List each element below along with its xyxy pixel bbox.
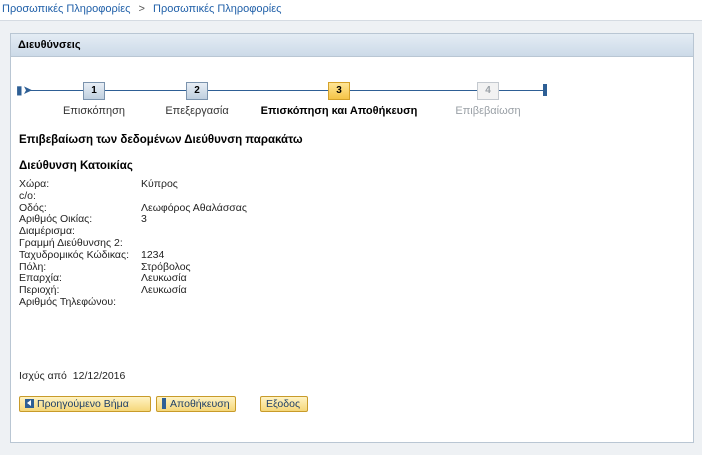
field-value: Λευκωσία bbox=[141, 284, 187, 297]
field-value: 1234 bbox=[141, 248, 165, 261]
bar-icon bbox=[162, 398, 166, 409]
roadmap-step-2[interactable]: 2 bbox=[186, 82, 208, 100]
field-row-country: Χώρα: Κύπρος bbox=[19, 178, 419, 191]
field-row-address-line-2: Γραμμή Διεύθυνσης 2: bbox=[19, 236, 419, 250]
field-value: Κύπρος bbox=[141, 178, 178, 190]
roadmap-step-3-label: Επισκόπηση και Αποθήκευση bbox=[260, 105, 418, 117]
field-row-co: c/o: bbox=[19, 189, 419, 203]
field-label: Ταχυδρομικός Κώδικας: bbox=[19, 248, 129, 261]
roadmap-step-1-label[interactable]: Επισκόπηση bbox=[63, 105, 125, 117]
save-button[interactable]: Αποθήκευση bbox=[156, 396, 236, 412]
field-label: c/o: bbox=[19, 189, 36, 202]
field-row-district: Επαρχία: Λευκωσία bbox=[19, 273, 419, 285]
roadmap-step-4-label: Επιβεβαίωση bbox=[455, 105, 521, 117]
roadmap-step-3: 3 bbox=[328, 82, 350, 100]
roadmap: ▮➤ 1 2 3 4 Επισκόπηση Επεξεργασία Επισκό… bbox=[11, 64, 693, 124]
previous-step-button[interactable]: Προηγούμενο Βήμα bbox=[19, 396, 151, 412]
field-row-city: Πόλη: Στρόβολος bbox=[19, 261, 419, 274]
valid-from-date: 12/12/2016 bbox=[72, 370, 126, 382]
section-title: Διεύθυνση Κατοικίας bbox=[19, 160, 133, 172]
breadcrumb-separator: > bbox=[138, 3, 145, 15]
previous-step-label: Προηγούμενο Βήμα bbox=[37, 398, 129, 410]
roadmap-start-icon: ▮➤ bbox=[16, 83, 33, 97]
field-row-house-number: Αριθμός Οικίας: 3 bbox=[19, 214, 419, 226]
roadmap-end-icon bbox=[543, 84, 547, 96]
breadcrumb-item-1[interactable]: Προσωπικές Πληροφορίες bbox=[2, 3, 130, 15]
field-row-phone: Αριθμός Τηλεφώνου: bbox=[19, 295, 419, 309]
arrow-left-icon bbox=[25, 399, 34, 408]
valid-from: Ισχύς από 12/12/2016 bbox=[19, 370, 125, 382]
roadmap-step-1[interactable]: 1 bbox=[83, 82, 105, 100]
field-value: Λεωφόρος Αθαλάσσας bbox=[141, 201, 247, 214]
roadmap-step-2-label[interactable]: Επεξεργασία bbox=[165, 105, 228, 117]
panel-title: Διευθύνσεις bbox=[11, 34, 693, 57]
exit-button[interactable]: Εξοδος bbox=[260, 396, 308, 412]
address-fields: Χώρα: Κύπρος c/o: Οδός: Λεωφόρος Αθαλάσσας… bbox=[19, 178, 419, 309]
field-value: 3 bbox=[141, 213, 147, 226]
field-label: Γραμμή Διεύθυνσης 2: bbox=[19, 236, 123, 249]
confirm-title: Επιβεβαίωση των δεδομένων Διεύθυνση παρα… bbox=[19, 134, 303, 146]
content-area: Διευθύνσεις ▮➤ 1 2 3 4 Επισκόπηση Επεξερ… bbox=[0, 20, 702, 455]
breadcrumb-item-2[interactable]: Προσωπικές Πληροφορίες bbox=[153, 3, 281, 15]
save-label: Αποθήκευση bbox=[170, 398, 230, 410]
field-label: Αριθμός Τηλεφώνου: bbox=[19, 295, 116, 308]
roadmap-step-4: 4 bbox=[477, 82, 499, 100]
field-row-postal-code: Ταχυδρομικός Κώδικας: 1234 bbox=[19, 248, 419, 262]
addresses-panel: Διευθύνσεις ▮➤ 1 2 3 4 Επισκόπηση Επεξερ… bbox=[10, 33, 694, 443]
valid-from-label: Ισχύς από bbox=[19, 370, 67, 382]
breadcrumb: Προσωπικές Πληροφορίες > Προσωπικές Πληρ… bbox=[0, 0, 702, 18]
exit-label: Εξοδος bbox=[266, 398, 301, 410]
